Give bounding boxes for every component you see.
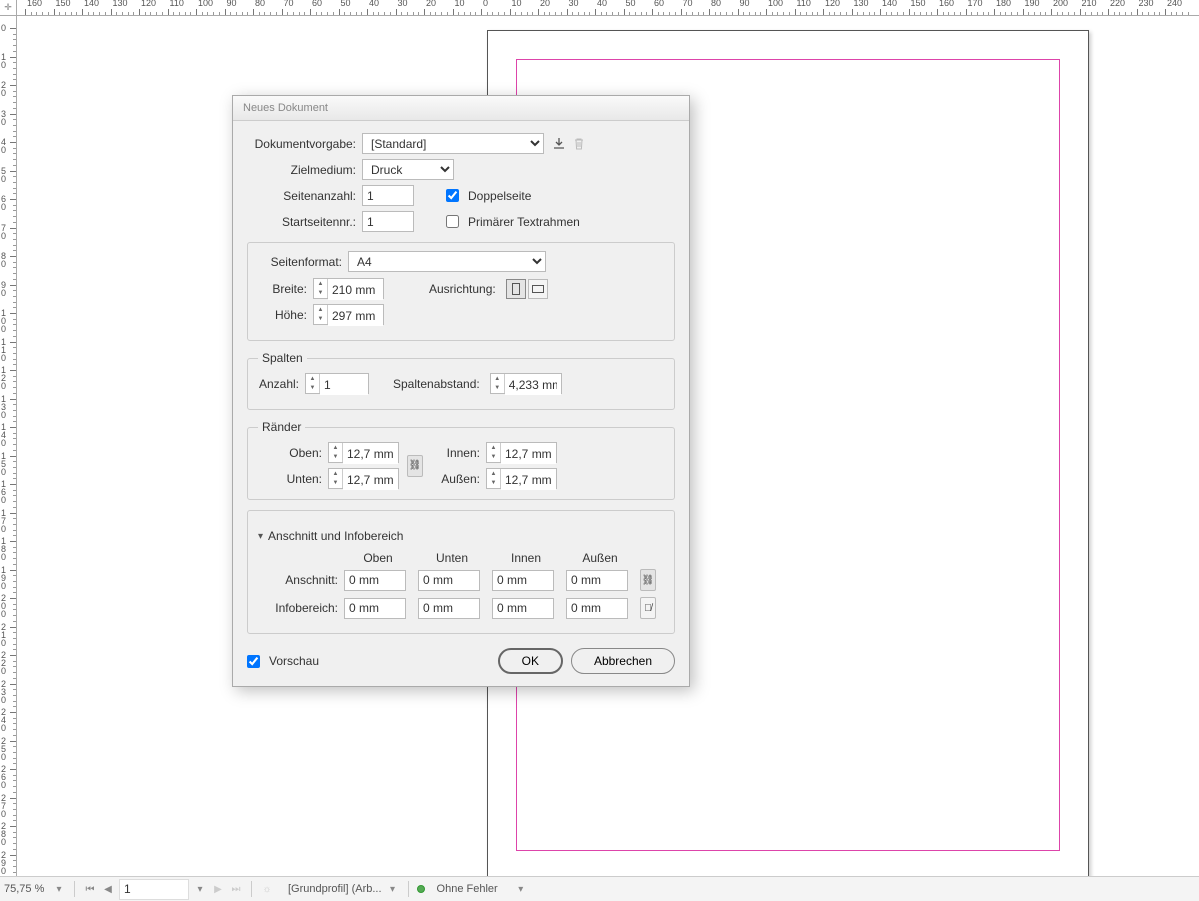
columns-legend: Spalten [258,351,307,365]
column-count-label: Anzahl: [258,377,305,391]
primary-textframe-label: Primärer Textrahmen [468,215,580,229]
orientation-portrait-button[interactable] [506,279,526,299]
bleed-slug-group: ▾ Anschnitt und Infobereich Oben Unten I… [247,510,675,634]
pagesize-select[interactable]: A4 [348,251,546,272]
margin-top-label: Oben: [258,446,328,460]
intent-select[interactable]: Druck [362,159,454,180]
bleed-link-icon[interactable]: ⛓ [640,569,656,591]
orientation-label: Ausrichtung: [429,282,502,296]
profile-label[interactable]: [Grundprofil] (Arb... [288,883,382,895]
last-page-icon[interactable]: ⏭ [229,882,243,896]
bleed-row-label: Anschnitt: [260,567,340,593]
cancel-button[interactable]: Abbrechen [571,648,675,674]
preflight-status-icon [417,885,425,893]
bleed-bottom-input[interactable] [418,570,480,591]
width-input[interactable]: ▲▼ [313,278,384,299]
margin-outside-label: Außen: [431,472,486,486]
height-label: Höhe: [258,308,313,322]
slug-unlink-icon[interactable]: ⛓̸ [640,597,656,619]
new-document-dialog: Neues Dokument Dokumentvorgabe: [Standar… [232,95,690,687]
open-panel-icon: ☼ [260,882,274,896]
gutter-input[interactable]: ▲▼ [490,373,562,394]
slug-top-input[interactable] [344,598,406,619]
preflight-label[interactable]: Ohne Fehler [437,883,498,895]
next-page-icon[interactable]: ▶ [211,882,225,896]
slug-bottom-input[interactable] [418,598,480,619]
bleed-header-inside: Innen [490,551,562,565]
page-field[interactable] [119,879,189,900]
margin-top-input[interactable]: ▲▼ [328,442,399,463]
pages-label: Seitenanzahl: [247,189,362,203]
margins-group: Ränder Oben: ▲▼ Unten: ▲▼ ⛓ [247,420,675,500]
delete-preset-icon [570,135,588,153]
columns-group: Spalten Anzahl: ▲▼ Spaltenabstand: ▲▼ [247,351,675,410]
preview-checkbox[interactable] [247,655,260,668]
bleed-top-input[interactable] [344,570,406,591]
margins-legend: Ränder [258,420,305,434]
status-bar: 75,75 % ▾ ⏮ ◀ ▾ ▶ ⏭ ☼ [Grundprofil] (Arb… [0,876,1199,901]
zoom-dropdown-icon[interactable]: ▾ [52,882,66,896]
preflight-dropdown-icon[interactable]: ▾ [514,882,528,896]
chevron-down-icon: ▾ [258,531,263,542]
margin-inside-label: Innen: [431,446,486,460]
startpage-input[interactable] [362,211,414,232]
slug-row-label: Infobereich: [260,595,340,621]
profile-dropdown-icon[interactable]: ▾ [386,882,400,896]
slug-outside-input[interactable] [566,598,628,619]
startpage-label: Startseitennr.: [247,215,362,229]
prev-page-icon[interactable]: ◀ [101,882,115,896]
ruler-horizontal: ✛ 16015014013012011010090807060504030201… [0,0,1199,16]
column-count-input[interactable]: ▲▼ [305,373,369,394]
height-input[interactable]: ▲▼ [313,304,384,325]
bleed-slug-legend: Anschnitt und Infobereich [268,529,403,543]
primary-textframe-checkbox[interactable] [446,215,459,228]
bleed-header-bottom: Unten [416,551,488,565]
bleed-slug-toggle[interactable]: ▾ Anschnitt und Infobereich [258,529,664,543]
facing-pages-label: Doppelseite [468,189,531,203]
slug-inside-input[interactable] [492,598,554,619]
pages-input[interactable] [362,185,414,206]
ruler-origin[interactable]: ✛ [0,0,17,15]
preview-label: Vorschau [269,654,319,668]
margin-bottom-label: Unten: [258,472,328,486]
orientation-landscape-button[interactable] [528,279,548,299]
preset-select[interactable]: [Standard] [362,133,544,154]
intent-label: Zielmedium: [247,163,362,177]
bleed-inside-input[interactable] [492,570,554,591]
dialog-title[interactable]: Neues Dokument [233,96,689,121]
gutter-label: Spaltenabstand: [393,377,486,391]
zoom-value[interactable]: 75,75 % [4,883,50,895]
margins-link-icon[interactable]: ⛓ [407,455,423,477]
ok-button[interactable]: OK [498,648,563,674]
margin-inside-input[interactable]: ▲▼ [486,442,557,463]
ruler-vertical: 0102030405060708090100110120130140150160… [0,16,17,876]
facing-pages-checkbox[interactable] [446,189,459,202]
save-preset-icon[interactable] [550,135,568,153]
margin-outside-input[interactable]: ▲▼ [486,468,557,489]
pagesize-label: Seitenformat: [258,255,348,269]
pagesize-group: Seitenformat: A4 Breite: ▲▼ Ausrichtung:… [247,242,675,341]
first-page-icon[interactable]: ⏮ [83,882,97,896]
bleed-outside-input[interactable] [566,570,628,591]
width-label: Breite: [258,282,313,296]
bleed-header-top: Oben [342,551,414,565]
bleed-header-outside: Außen [564,551,636,565]
preset-label: Dokumentvorgabe: [247,137,362,151]
margin-bottom-input[interactable]: ▲▼ [328,468,399,489]
page-dropdown-icon[interactable]: ▾ [193,882,207,896]
